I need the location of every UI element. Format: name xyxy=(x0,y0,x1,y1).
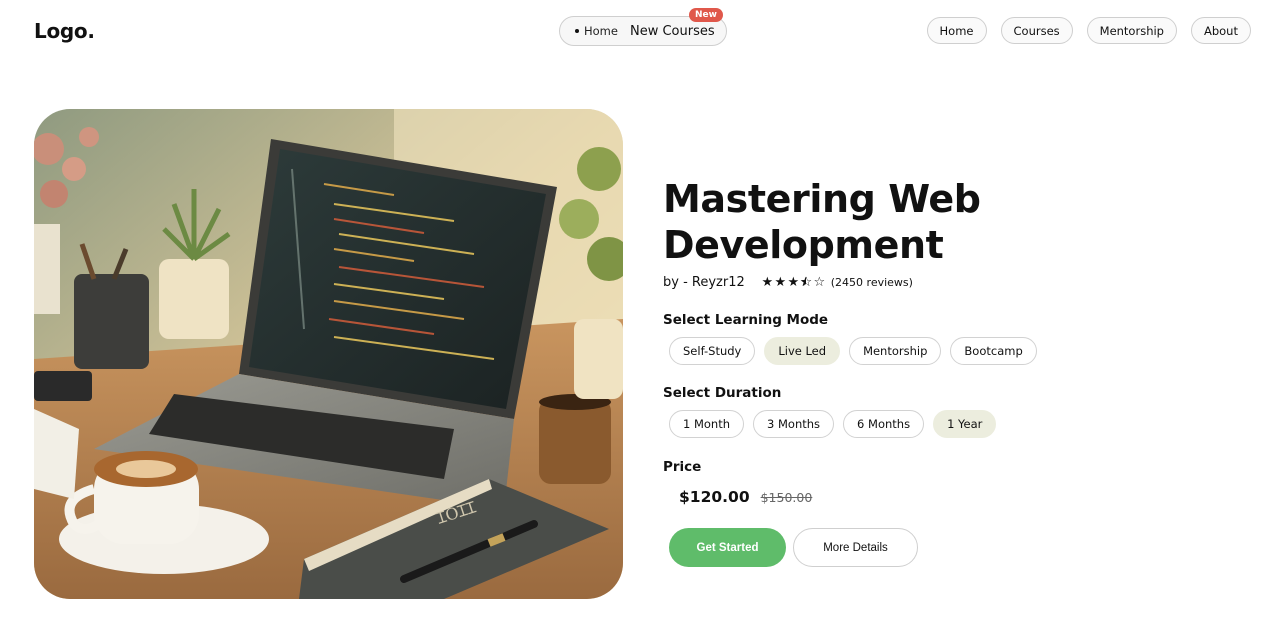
rating-stars: ★ ★ ★ ☆ ★ ☆ xyxy=(761,275,826,290)
mode-option-live-led[interactable]: Live Led xyxy=(764,337,841,365)
duration-option-6-months[interactable]: 6 Months xyxy=(843,410,925,438)
center-nav-pill: Home New Courses New xyxy=(559,8,727,46)
top-nav: Home Courses Mentorship About xyxy=(926,17,1251,44)
price-row: $120.00 $150.00 xyxy=(679,488,1263,506)
nav-courses-button[interactable]: Courses xyxy=(1000,17,1073,44)
star-outline-icon: ☆ xyxy=(813,275,826,290)
price-label: Price xyxy=(663,459,702,475)
current-price: $120.00 xyxy=(679,488,750,506)
more-details-button[interactable]: More Details xyxy=(793,528,918,567)
new-badge: New xyxy=(689,8,723,22)
original-price: $150.00 xyxy=(760,490,813,505)
review-count[interactable]: (2450 reviews) xyxy=(831,276,913,289)
center-nav-home-label: Home xyxy=(584,24,618,38)
duration-option-3-months[interactable]: 3 Months xyxy=(753,410,835,438)
duration-options: 1 Month 3 Months 6 Months 1 Year xyxy=(669,410,1263,438)
star-filled-icon: ★ xyxy=(787,275,800,290)
mode-option-self-study[interactable]: Self-Study xyxy=(669,337,756,365)
star-half-icon: ☆ ★ xyxy=(799,275,813,290)
star-filled-icon: ★ xyxy=(774,275,787,290)
course-details: Mastering Web Development by - Reyzr12 ★… xyxy=(663,176,1263,567)
course-actions: Get Started More Details xyxy=(669,528,1263,567)
nav-about-button[interactable]: About xyxy=(1190,17,1251,44)
course-byline: by - Reyzr12 ★ ★ ★ ☆ ★ ☆ (2450 reviews) xyxy=(663,275,1263,290)
center-nav-new-courses-link[interactable]: New Courses xyxy=(630,24,715,39)
duration-label: Select Duration xyxy=(663,385,782,401)
course-hero-image: ꞮOꞮꞮ xyxy=(34,109,623,599)
center-nav-home-link[interactable]: Home xyxy=(575,24,618,38)
course-author[interactable]: by - Reyzr12 xyxy=(663,275,745,290)
learning-mode-options: Self-Study Live Led Mentorship Bootcamp xyxy=(669,337,1263,365)
logo[interactable]: Logo. xyxy=(34,19,95,43)
duration-option-1-year[interactable]: 1 Year xyxy=(933,410,997,438)
learning-mode-label: Select Learning Mode xyxy=(663,312,829,328)
star-filled-icon: ★ xyxy=(761,275,774,290)
get-started-button[interactable]: Get Started xyxy=(669,528,786,567)
bullet-dot-icon xyxy=(575,29,579,33)
nav-home-button[interactable]: Home xyxy=(926,17,987,44)
mode-option-mentorship[interactable]: Mentorship xyxy=(849,337,942,365)
mode-option-bootcamp[interactable]: Bootcamp xyxy=(950,337,1037,365)
course-title: Mastering Web Development xyxy=(663,177,981,267)
duration-option-1-month[interactable]: 1 Month xyxy=(669,410,745,438)
nav-mentorship-button[interactable]: Mentorship xyxy=(1086,17,1177,44)
